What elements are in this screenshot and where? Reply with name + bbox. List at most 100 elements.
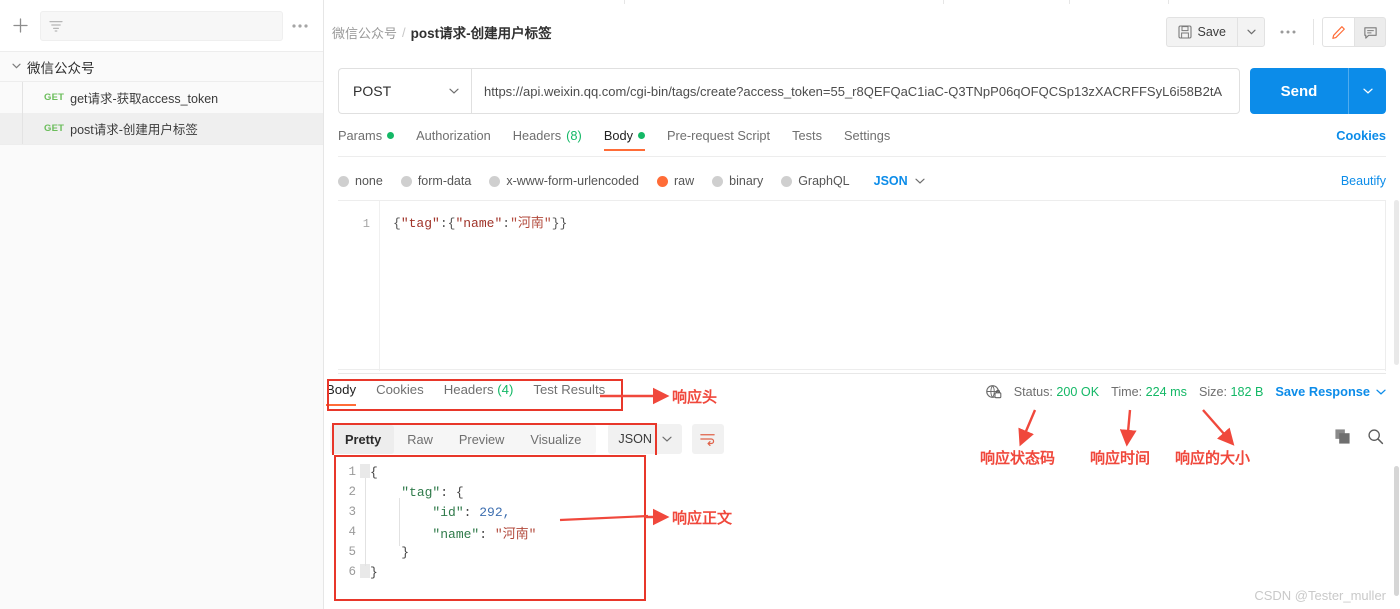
tab-label: Headers — [443, 382, 494, 397]
tab-stub-b — [1069, 0, 1169, 4]
json-colon: : — [463, 504, 480, 520]
response-tab-headers[interactable]: Headers (4) — [444, 382, 514, 406]
request-name: post请求-创建用户标签 — [70, 123, 198, 137]
chevron-down-icon — [915, 176, 925, 187]
size-group: Size: 182 B — [1199, 385, 1263, 399]
request-body-code: {"tag":{"name":"河南"}} — [393, 214, 567, 234]
status-label: Status: — [1013, 384, 1053, 399]
save-label: Save — [1197, 25, 1227, 39]
annotation-label-response-body: 响应正文 — [672, 509, 733, 527]
sidebar-more-button[interactable] — [287, 13, 313, 39]
radio-icon — [338, 175, 349, 187]
response-tab-test-results[interactable]: Test Results — [533, 382, 605, 406]
chevron-down-icon — [662, 436, 672, 442]
view-tab-preview[interactable]: Preview — [446, 425, 518, 454]
code-line: 2 "tag": { — [340, 482, 536, 502]
line-number: 1 — [362, 217, 370, 231]
indent-guide-1 — [365, 478, 366, 566]
response-tab-body[interactable]: Body — [326, 382, 357, 406]
body-type-graphql[interactable]: GraphQL — [781, 174, 850, 188]
body-type-none[interactable]: none — [338, 174, 383, 188]
code-close-braces: }} — [551, 216, 568, 231]
request-url-input[interactable]: https://api.weixin.qq.com/cgi-bin/tags/c… — [471, 68, 1240, 114]
edit-pencil-button[interactable] — [1322, 17, 1354, 47]
annotation-label-response-size: 响应的大小 — [1175, 449, 1251, 467]
tab-label: Body — [603, 128, 633, 143]
body-type-label: binary — [729, 174, 764, 188]
new-item-button[interactable] — [6, 12, 34, 40]
sidebar-item-request-1[interactable]: GET post请求-创建用户标签 — [0, 113, 323, 144]
tab-params[interactable]: Params — [338, 128, 395, 151]
annotation-label-response-time: 响应时间 — [1090, 449, 1151, 467]
tab-settings[interactable]: Settings — [844, 128, 890, 151]
tab-label: Tests — [792, 128, 822, 143]
breadcrumb-bar: 微信公众号 / post请求-创建用户标签 Save — [324, 6, 1400, 58]
request-editor-scrollbar[interactable] — [1394, 200, 1399, 365]
size-value: 182 B — [1230, 384, 1264, 399]
send-button[interactable]: Send — [1250, 68, 1348, 114]
search-button[interactable] — [1367, 428, 1384, 450]
tab-body[interactable]: Body — [603, 128, 646, 151]
comments-button[interactable] — [1354, 17, 1386, 47]
response-scrollbar[interactable] — [1394, 466, 1399, 596]
view-tab-raw[interactable]: Raw — [394, 425, 446, 454]
body-format-select[interactable]: JSON — [874, 174, 925, 188]
body-type-raw[interactable]: raw — [657, 174, 694, 188]
body-type-label: x-www-form-urlencoded — [506, 174, 639, 188]
editor-bottom-border — [338, 369, 1386, 370]
body-type-label: GraphQL — [798, 174, 850, 188]
save-response-button[interactable]: Save Response — [1275, 384, 1386, 399]
view-tab-visualize[interactable]: Visualize — [517, 425, 594, 454]
response-tab-cookies[interactable]: Cookies — [376, 382, 424, 406]
tab-headers[interactable]: Headers (8) — [513, 128, 582, 151]
send-options-button[interactable] — [1348, 68, 1386, 114]
response-separator — [338, 373, 1386, 374]
code-open-brace: { — [393, 216, 401, 231]
tab-label: Test Results — [533, 382, 606, 397]
fold-marker-open[interactable] — [360, 464, 370, 478]
save-button[interactable]: Save — [1165, 17, 1237, 47]
response-actions — [1334, 428, 1384, 450]
postman-window: 微信公众号 GET get请求-获取access_token GET post请… — [0, 0, 1400, 609]
breadcrumb-separator: / — [402, 24, 406, 40]
status-group: Status: 200 OK — [1014, 385, 1099, 399]
copy-button[interactable] — [1334, 428, 1351, 450]
tab-pre-request-script[interactable]: Pre-request Script — [667, 128, 770, 151]
code-key-name: "name" — [455, 216, 503, 231]
breadcrumb-request: post请求-创建用户标签 — [410, 26, 552, 41]
json-key: "id" — [432, 504, 464, 520]
sidebar-toolbar — [0, 0, 323, 52]
body-type-x-www-form-urlencoded[interactable]: x-www-form-urlencoded — [489, 174, 639, 188]
beautify-button[interactable]: Beautify — [1341, 174, 1386, 188]
view-tab-pretty[interactable]: Pretty — [332, 424, 395, 454]
tab-label: Body — [326, 382, 357, 397]
save-options-button[interactable] — [1237, 17, 1265, 47]
tab-label: Settings — [843, 128, 891, 143]
sidebar-collection-微信公众号[interactable]: 微信公众号 — [0, 52, 323, 82]
chevron-down-icon — [1376, 389, 1386, 395]
body-type-form-data[interactable]: form-data — [400, 174, 471, 188]
json-number: 292, — [479, 504, 511, 520]
http-method-select[interactable]: POST — [338, 68, 471, 114]
tab-authorization[interactable]: Authorization — [416, 128, 491, 151]
breadcrumb-collection[interactable]: 微信公众号 — [332, 23, 397, 42]
code-line: 5 } — [340, 542, 536, 562]
indent-guide-2 — [399, 498, 400, 546]
watermark: CSDN @Tester_muller — [1254, 588, 1386, 603]
collection-name: 微信公众号 — [27, 60, 95, 76]
sidebar-filter-input[interactable] — [40, 10, 283, 41]
tab-tests[interactable]: Tests — [792, 128, 822, 151]
time-value: 224 ms — [1145, 384, 1187, 399]
json-string: "河南" — [494, 526, 537, 542]
save-button-group: Save — [1165, 17, 1265, 47]
tab-count: (8) — [566, 128, 582, 143]
request-body-editor[interactable]: 1 {"tag":{"name":"河南"}} — [338, 200, 1386, 371]
wrap-lines-button[interactable] — [691, 424, 724, 454]
header-more-button[interactable] — [1271, 17, 1305, 47]
sidebar-item-request-0[interactable]: GET get请求-获取access_token — [0, 82, 323, 113]
body-type-binary[interactable]: binary — [712, 174, 763, 188]
cookies-link[interactable]: Cookies — [1336, 128, 1386, 143]
response-format-select[interactable]: JSON — [608, 424, 682, 454]
fold-marker-close[interactable] — [360, 564, 370, 578]
